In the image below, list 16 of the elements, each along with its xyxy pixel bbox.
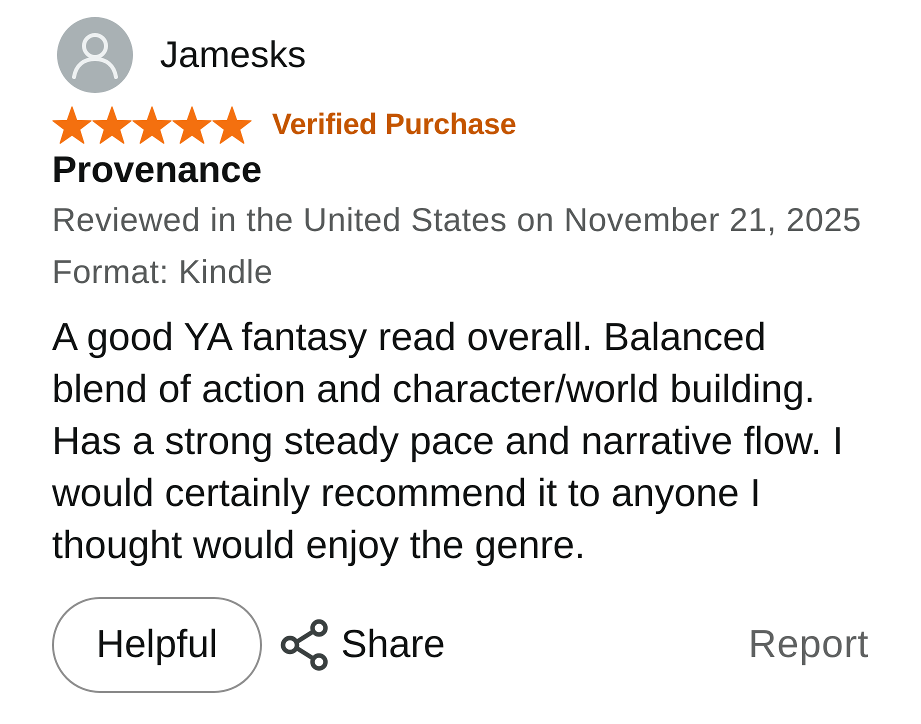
star-icon bbox=[132, 106, 172, 144]
review-date: Reviewed in the United States on November 21, 2025 bbox=[52, 200, 862, 240]
star-icon bbox=[172, 106, 212, 144]
avatar-icon bbox=[57, 17, 133, 93]
star-icon bbox=[52, 106, 92, 144]
review-format: Format: Kindle bbox=[52, 252, 273, 292]
review-title: Provenance bbox=[52, 150, 262, 190]
star-icon bbox=[212, 106, 252, 144]
helpful-button[interactable]: Helpful bbox=[52, 597, 262, 693]
review-text: A good YA fantasy read overall. Balanced blend of action and character/world building. Has a strong steady pace and narrative flow. I would certainly recommend it to anyone I thought would enjoy the genre. bbox=[52, 315, 844, 569]
share-icon[interactable] bbox=[280, 619, 330, 671]
report-link[interactable]: Report bbox=[748, 623, 869, 667]
verified-purchase-label: Verified Purchase bbox=[272, 107, 516, 143]
star-icon bbox=[92, 106, 132, 144]
reviewer-name: Jamesks bbox=[160, 34, 306, 76]
share-link[interactable]: Share bbox=[341, 623, 446, 667]
